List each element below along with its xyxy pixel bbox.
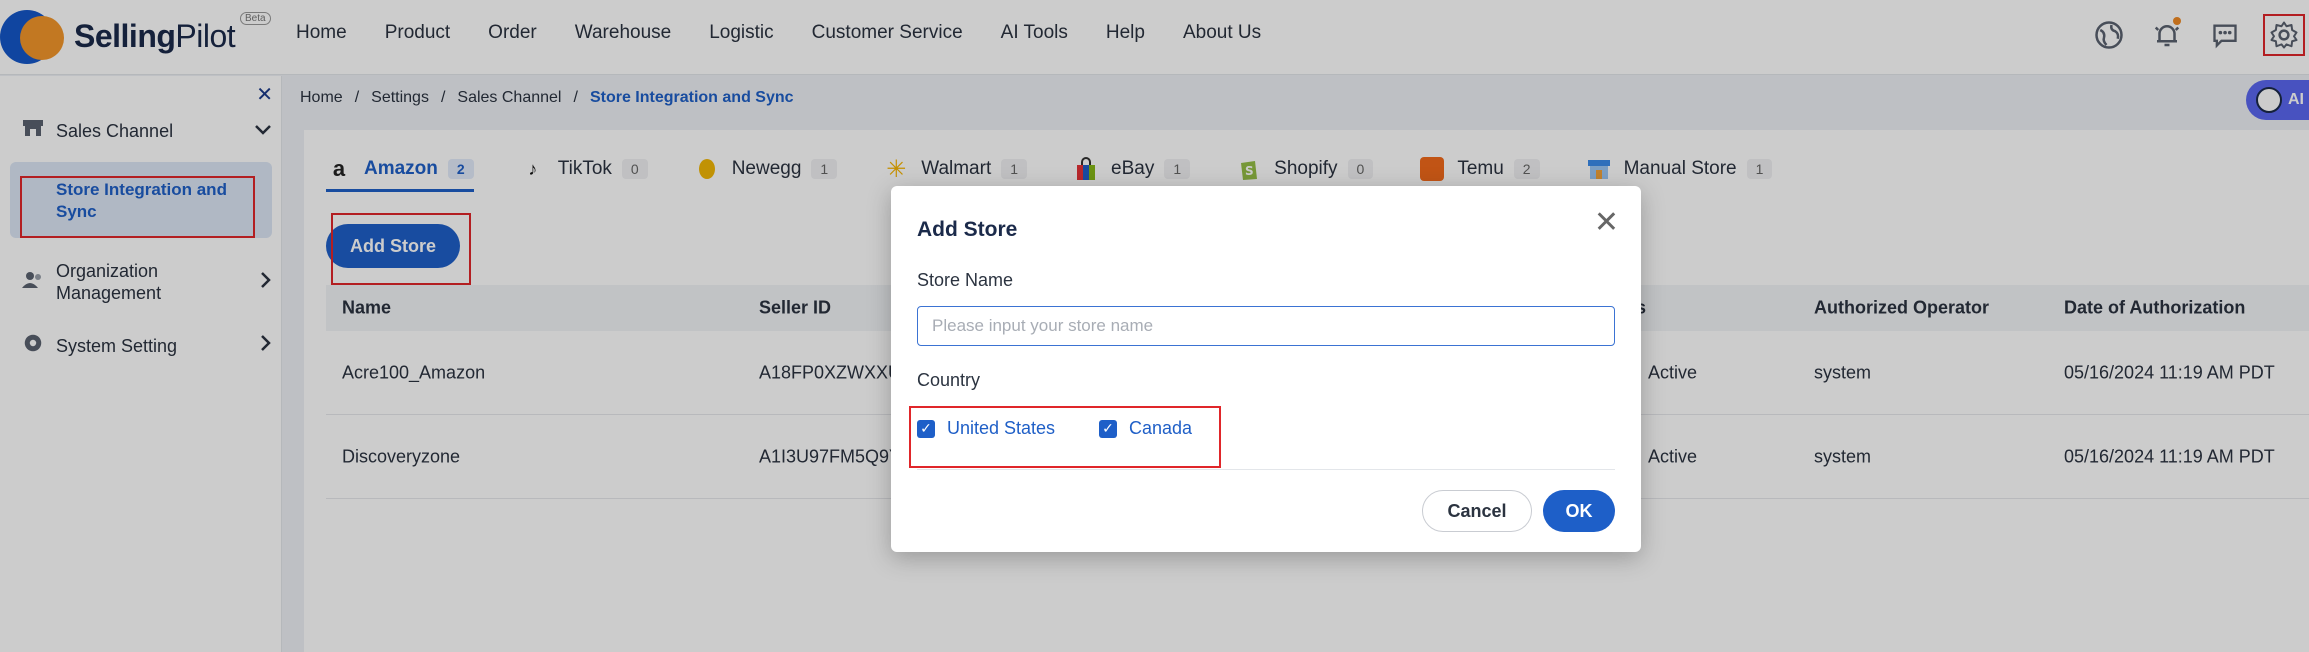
divider	[917, 469, 1615, 470]
add-store-dialog: Add Store ✕ Store Name Country ✓ United …	[891, 186, 1641, 552]
country-checkbox-united-states[interactable]: ✓ United States	[917, 418, 1055, 439]
checkbox-checked-icon[interactable]: ✓	[917, 419, 935, 438]
store-name-input[interactable]	[917, 306, 1615, 346]
ok-button[interactable]: OK	[1543, 490, 1615, 532]
country-checkbox-canada[interactable]: ✓ Canada	[1099, 418, 1192, 439]
close-icon[interactable]: ✕	[1594, 208, 1619, 238]
dialog-title: Add Store	[917, 218, 1018, 241]
country-label: Country	[917, 370, 981, 390]
store-name-label: Store Name	[917, 270, 1014, 290]
checkbox-label: Canada	[1129, 418, 1193, 438]
cancel-button[interactable]: Cancel	[1422, 490, 1532, 532]
checkbox-checked-icon[interactable]: ✓	[1099, 419, 1117, 438]
checkbox-label: United States	[947, 418, 1056, 438]
